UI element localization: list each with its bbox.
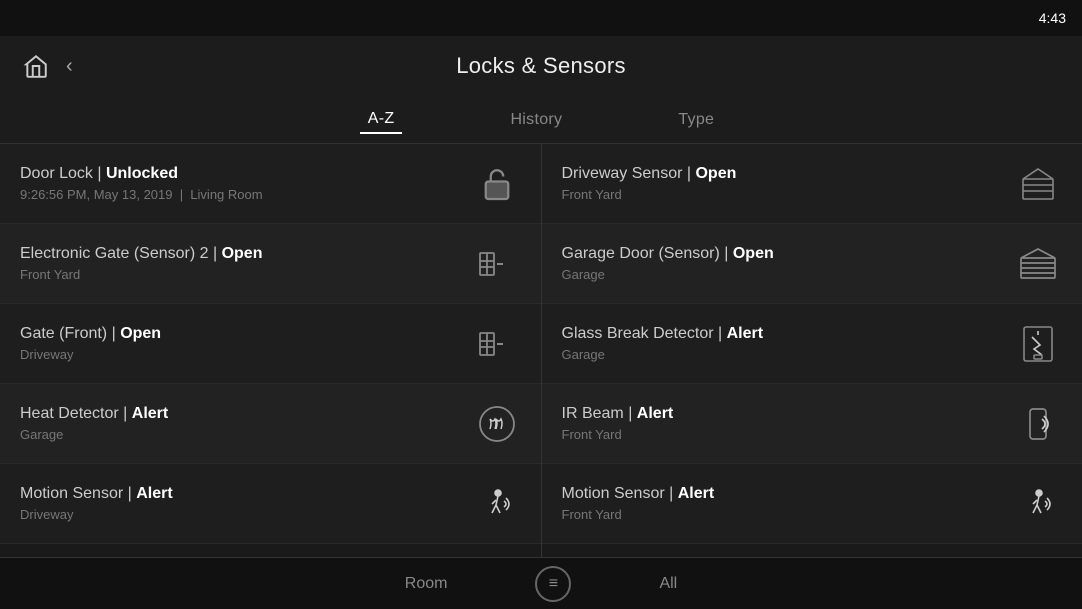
sensor-name: Motion Sensor | Alert [562, 485, 715, 503]
irbeam-icon [1014, 400, 1062, 448]
sensor-sub: Front Yard [562, 187, 737, 202]
sensor-grid: Door Lock | Unlocked 9:26:56 PM, May 13,… [0, 144, 1082, 557]
motion-icon [473, 480, 521, 528]
sensor-name: Glass Break Detector | Alert [562, 325, 764, 343]
home-icon[interactable] [20, 50, 52, 82]
sensor-info: Door Lock | Unlocked 9:26:56 PM, May 13,… [20, 165, 263, 202]
sensor-sub: Garage [562, 267, 774, 282]
filter-icon: ≡ [549, 575, 558, 593]
tabs-bar: A-Z History Type [0, 96, 1082, 144]
sensor-name: Motion Sensor | Alert [20, 485, 173, 503]
sensor-info: IR Beam | Alert Front Yard [562, 405, 674, 442]
list-item[interactable]: Door Lock | Unlocked 9:26:56 PM, May 13,… [0, 144, 541, 224]
list-item[interactable]: Glass Break Detector | Alert Garage [542, 304, 1082, 384]
sensor-info: Motion Sensor | Alert Driveway [20, 485, 173, 522]
all-button[interactable]: All [651, 571, 685, 597]
tab-az[interactable]: A-Z [360, 106, 403, 134]
sensor-sub: Front Yard [562, 427, 674, 442]
glass-break-icon [1014, 320, 1062, 368]
left-column: Door Lock | Unlocked 9:26:56 PM, May 13,… [0, 144, 542, 557]
sensor-sub: 9:26:56 PM, May 13, 2019 | Living Room [20, 187, 263, 202]
list-item[interactable]: Motion Sensor | Alert Front Yard [542, 464, 1082, 544]
gate-icon [473, 240, 521, 288]
sensor-info: Motion Sensor | Alert Front Yard [562, 485, 715, 522]
page-title: Locks & Sensors [456, 53, 626, 79]
sensor-sub: Front Yard [562, 507, 715, 522]
header: ‹ Locks & Sensors [0, 36, 1082, 96]
list-item[interactable]: Heat Detector | Alert Garage [0, 384, 541, 464]
list-item[interactable]: Garage Door (Sensor) | Open Garage [542, 224, 1082, 304]
tab-history[interactable]: History [502, 107, 570, 133]
lock-icon [473, 160, 521, 208]
sensor-name: Gate (Front) | Open [20, 325, 161, 343]
list-item[interactable]: IR Beam | Alert Front Yard [542, 384, 1082, 464]
header-nav: ‹ [20, 50, 73, 82]
sensor-name: Driveway Sensor | Open [562, 165, 737, 183]
list-item[interactable]: Driveway Sensor | Open Front Yard [542, 144, 1082, 224]
room-button[interactable]: Room [397, 571, 456, 597]
sensor-sub: Front Yard [20, 267, 262, 282]
sensor-info: Heat Detector | Alert Garage [20, 405, 168, 442]
list-item[interactable]: Gate (Front) | Open Driveway [0, 304, 541, 384]
sensor-info: Glass Break Detector | Alert Garage [562, 325, 764, 362]
list-item[interactable]: Motion Sensor | Alert Driveway [0, 464, 541, 544]
sensor-sub: Driveway [20, 507, 173, 522]
gate-icon [473, 320, 521, 368]
tab-type[interactable]: Type [670, 107, 722, 133]
sensor-sub: Garage [20, 427, 168, 442]
clock: 4:43 [1039, 10, 1066, 26]
sensor-name: Garage Door (Sensor) | Open [562, 245, 774, 263]
sensor-name: Electronic Gate (Sensor) 2 | Open [20, 245, 262, 263]
garage-icon [1014, 240, 1062, 288]
sensor-sub: Driveway [20, 347, 161, 362]
sensor-info: Electronic Gate (Sensor) 2 | Open Front … [20, 245, 262, 282]
sensor-info: Gate (Front) | Open Driveway [20, 325, 161, 362]
sensor-sub: Garage [562, 347, 764, 362]
filter-button[interactable]: ≡ [535, 566, 571, 602]
motion-icon [1014, 480, 1062, 528]
sensor-name: IR Beam | Alert [562, 405, 674, 423]
heat-icon [473, 400, 521, 448]
sensor-name: Door Lock | Unlocked [20, 165, 263, 183]
sensor-info: Garage Door (Sensor) | Open Garage [562, 245, 774, 282]
sensor-info: Driveway Sensor | Open Front Yard [562, 165, 737, 202]
list-item[interactable]: Electronic Gate (Sensor) 2 | Open Front … [0, 224, 541, 304]
back-button[interactable]: ‹ [66, 55, 73, 78]
bottom-bar: Room ≡ All [0, 557, 1082, 609]
right-column: Driveway Sensor | Open Front Yard Garage… [542, 144, 1082, 557]
top-bar: 4:43 [0, 0, 1082, 36]
driveway-icon [1014, 160, 1062, 208]
sensor-name: Heat Detector | Alert [20, 405, 168, 423]
